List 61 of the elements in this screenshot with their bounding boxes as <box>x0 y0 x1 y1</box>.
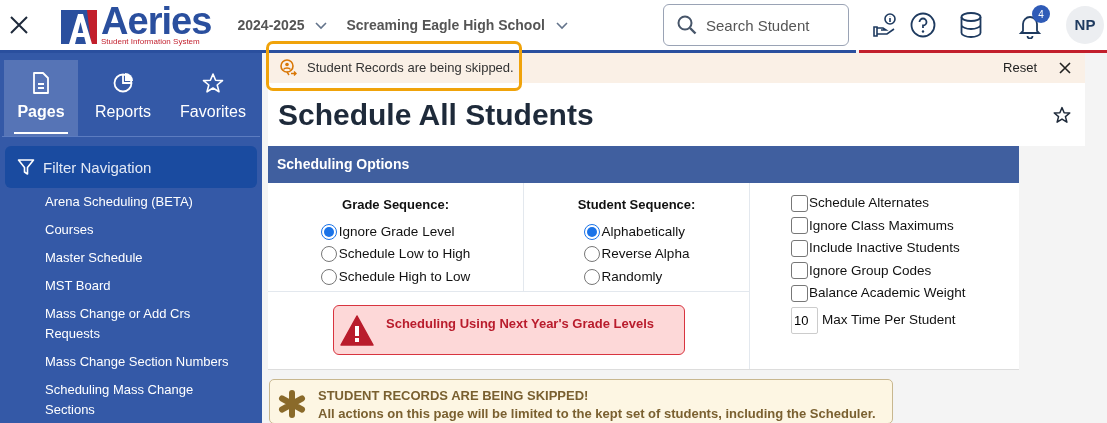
checkbox-option[interactable]: Ignore Class Maximums <box>791 214 1019 237</box>
checkbox[interactable] <box>791 284 808 302</box>
logo-tagline: Student Information System <box>101 38 201 46</box>
asterisk-icon <box>278 390 306 418</box>
alert-message: Scheduling Using Next Year's Grade Levels <box>386 315 654 334</box>
panel-header: Scheduling Options <box>268 146 1019 183</box>
nav-link[interactable]: Mass Change Section Numbers <box>0 348 250 376</box>
notice-title: STUDENT RECORDS ARE BEING SKIPPED! <box>318 387 590 405</box>
radio-option[interactable]: Schedule Low to High <box>320 243 471 266</box>
sidebar-tab[interactable]: Favorites <box>168 60 258 136</box>
logo-wordmark: Aeries <box>101 4 212 38</box>
warning-icon <box>340 314 374 346</box>
notice-message: All actions on this page will be limited to the kept set of students, including the Scheduler. <box>318 405 876 423</box>
nav-link[interactable]: MST Board <box>0 272 250 300</box>
group-heading: Student Sequence: <box>577 196 696 214</box>
radio-option[interactable]: Schedule High to Low <box>320 265 471 288</box>
radio-option[interactable]: Randomly <box>583 265 690 288</box>
filter-field[interactable]: Filter Navigation <box>5 146 257 188</box>
user-avatar[interactable]: NP <box>1066 6 1104 44</box>
person-arrow-icon <box>279 59 297 77</box>
close-icon[interactable] <box>1059 62 1071 74</box>
checkbox-option[interactable]: Balance Academic Weight <box>791 282 1019 305</box>
radio-option[interactable]: Alphabetically <box>583 220 690 243</box>
checkbox[interactable] <box>791 194 808 212</box>
sidebar-tab[interactable]: Pages <box>4 60 78 136</box>
filter-icon <box>17 158 35 176</box>
help-icon[interactable] <box>910 12 936 38</box>
checkbox-option[interactable]: Ignore Group Codes <box>791 259 1019 282</box>
checkbox[interactable] <box>791 239 808 257</box>
checkbox[interactable] <box>791 262 808 280</box>
nav-link[interactable]: Mass Change or Add Crs Requests <box>0 300 250 348</box>
school-dropdown[interactable]: Screaming Eagle High School <box>346 14 569 36</box>
nav-link[interactable]: Arena Scheduling (BETA) <box>0 188 250 216</box>
radio-option[interactable]: Ignore Grade Level <box>320 220 471 243</box>
group-heading: Grade Sequence: <box>342 196 449 214</box>
chevron-down-icon <box>314 19 329 31</box>
max-time-label: Max Time Per Student <box>822 310 956 329</box>
banner-message: Student Records are being skipped. <box>307 59 514 78</box>
nav-link[interactable]: Scheduling Mass Change Sections <box>0 376 250 423</box>
year-dropdown[interactable]: 2024-2025 <box>237 14 329 36</box>
search-icon <box>677 15 697 35</box>
nav-link[interactable]: Master Schedule <box>0 244 250 272</box>
checkbox-option[interactable]: Include Inactive Students <box>791 237 1019 260</box>
star-icon[interactable] <box>1053 105 1071 124</box>
nav-link[interactable]: Courses <box>0 216 250 244</box>
checkbox-option[interactable]: Schedule Alternates <box>791 192 1019 215</box>
max-time-field[interactable]: 10 <box>791 306 818 334</box>
star-icon <box>202 72 224 94</box>
page-title: Schedule All Students <box>278 97 594 133</box>
checkbox[interactable] <box>791 217 808 235</box>
database-icon[interactable] <box>960 12 982 38</box>
chevron-down-icon <box>554 19 569 31</box>
radio-option[interactable]: Reverse Alpha <box>583 243 690 266</box>
search-field[interactable]: Search Student <box>663 4 849 46</box>
hand-info-icon[interactable] <box>873 13 897 37</box>
close-icon[interactable] <box>9 15 29 35</box>
document-icon <box>30 72 52 94</box>
reset-link[interactable]: Reset <box>1003 58 1037 78</box>
sidebar-tab[interactable]: Reports <box>78 60 168 136</box>
pie-chart-icon <box>112 72 134 94</box>
notification-badge: 4 <box>1032 5 1050 23</box>
